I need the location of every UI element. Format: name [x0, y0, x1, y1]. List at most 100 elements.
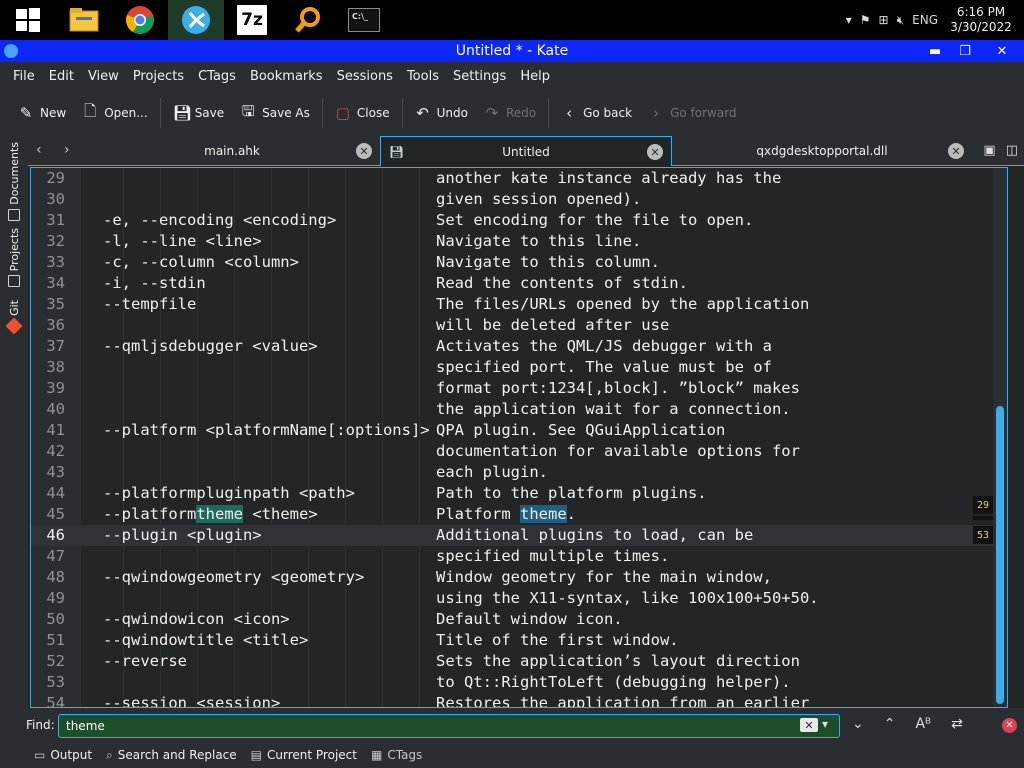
taskbar-clock[interactable]: 6:16 PM 3/30/2022	[946, 5, 1016, 35]
sidebar-projects[interactable]: Projects	[4, 228, 24, 288]
code-line[interactable]: 38 specified port. The value must be of	[31, 357, 1007, 378]
new-tab-icon[interactable]: ▣	[983, 143, 995, 158]
menu-help[interactable]: Help	[513, 69, 557, 84]
code-line[interactable]: 43 each plugin.	[31, 462, 1007, 483]
tab-scroll-right-icon[interactable]: ›	[64, 142, 70, 158]
open-button[interactable]: 🗋︎ Open...	[74, 98, 156, 128]
find-previous-icon[interactable]: ⌃	[884, 716, 896, 732]
toolview-current-project[interactable]: ▤ Current Project	[251, 748, 357, 762]
start-button[interactable]	[0, 0, 56, 40]
go-back-button[interactable]: ‹ Go back	[553, 98, 640, 128]
go-forward-button[interactable]: › Go forward	[640, 98, 744, 128]
description-column: using the X11-syntax, like 100x100+50+50…	[436, 589, 819, 607]
save-button[interactable]: 💾︎ Save	[165, 98, 232, 128]
redo-button[interactable]: ↷ Redo	[476, 98, 544, 128]
code-line[interactable]: 46 --plugin <plugin> Additional plugins to…	[31, 525, 1007, 546]
line-text: format port:1234[,block]. ”block” makes	[103, 378, 800, 399]
flag-icon[interactable]: ⚑	[860, 13, 871, 27]
toolview-output[interactable]: ▭ Output	[34, 748, 92, 762]
code-line[interactable]: 35 --tempfile The files/URLs opened by the…	[31, 294, 1007, 315]
code-line[interactable]: 42 documentation for available options fo…	[31, 441, 1007, 462]
tab-main-ahk[interactable]: main.ahk ✕	[84, 136, 380, 166]
find-input[interactable]: theme	[58, 714, 840, 738]
code-line[interactable]: 51 --qwindowtitle <title> Title of the fir…	[31, 630, 1007, 651]
tab-untitled[interactable]: 💾︎ Untitled ✕	[380, 136, 672, 166]
code-line[interactable]: 39 format port:1234[,block]. ”block” make…	[31, 378, 1007, 399]
taskbar-chrome[interactable]	[112, 0, 168, 40]
code-line[interactable]: 40 the application wait for a connection.	[31, 399, 1007, 420]
save-as-button[interactable]: 🖫︎ Save As	[232, 98, 318, 128]
code-line[interactable]: 45 --platformtheme <theme> Platform theme.	[31, 504, 1007, 525]
menu-ctags[interactable]: CTags	[191, 69, 243, 84]
menu-projects[interactable]: Projects	[126, 69, 191, 84]
close-document-button[interactable]: ▢ Close	[327, 98, 398, 128]
code-line[interactable]: 29 another kate instance already has the	[31, 168, 1007, 189]
toolview-search-replace[interactable]: ⌕ Search and Replace	[106, 748, 237, 763]
window-titlebar[interactable]: Untitled * - Kate ▬ ❐ ✕	[0, 40, 1024, 62]
new-label: New	[40, 106, 67, 120]
close-tab-icon[interactable]: ✕	[948, 143, 964, 159]
close-tab-icon[interactable]: ✕	[647, 144, 663, 160]
taskbar-kate[interactable]	[168, 0, 224, 40]
sidebar-documents[interactable]: Documents	[4, 142, 24, 221]
taskbar-terminal[interactable]: C:\_	[336, 0, 392, 40]
code-line[interactable]: 48 --qwindowgeometry <geometry> Window geo…	[31, 567, 1007, 588]
code-line[interactable]: 30 given session opened).	[31, 189, 1007, 210]
code-line[interactable]: 33 -c, --column <column> Navigate to this …	[31, 252, 1007, 273]
option-column: --qwindowicon <icon>	[103, 610, 290, 628]
menu-file[interactable]: File	[6, 69, 42, 84]
code-line[interactable]: 52 --reverse Sets the application’s layout…	[31, 651, 1007, 672]
code-line[interactable]: 49 using the X11-syntax, like 100x100+50+…	[31, 588, 1007, 609]
close-window-button[interactable]: ✕	[980, 40, 1024, 62]
description-column: specified multiple times.	[436, 547, 670, 565]
code-line[interactable]: 37 --qmljsdebugger <value> Activates the Q…	[31, 336, 1007, 357]
maximize-button[interactable]: ❐	[950, 40, 980, 62]
replace-options-icon[interactable]: ⇄	[951, 716, 963, 732]
code-line[interactable]: 32 -l, --line <line> Navigate to this line…	[31, 231, 1007, 252]
vertical-scrollbar[interactable]	[993, 168, 1007, 707]
code-line[interactable]: 47 specified multiple times.	[31, 546, 1007, 567]
menu-sessions[interactable]: Sessions	[330, 69, 400, 84]
code-line[interactable]: 41 --platform <platformName[:options]> QPA…	[31, 420, 1007, 441]
close-find-bar-icon[interactable]: ✕	[1002, 718, 1017, 733]
code-line[interactable]: 36 will be deleted after use	[31, 315, 1007, 336]
tab-label: qxdgdesktopportal.dll	[756, 144, 888, 158]
menu-view[interactable]: View	[81, 69, 126, 84]
undo-button[interactable]: ↶ Undo	[407, 98, 476, 128]
new-button[interactable]: ✎ New	[10, 98, 74, 128]
text-editor[interactable]: 29 another kate instance already has the 3…	[30, 167, 1008, 708]
menu-tools[interactable]: Tools	[400, 69, 446, 84]
taskbar-file-explorer[interactable]	[56, 0, 112, 40]
code-line[interactable]: 53 to Qt::RightToLeft (debugging helper).	[31, 672, 1007, 693]
find-next-icon[interactable]: ⌄	[852, 716, 864, 732]
language-indicator[interactable]: ENG	[912, 13, 938, 27]
search-history-dropdown-icon[interactable]: ▾	[822, 717, 828, 731]
line-number: 37	[46, 337, 65, 355]
sidebar-git[interactable]: Git	[4, 300, 24, 335]
description-column: documentation for available options for	[436, 442, 800, 460]
network-icon[interactable]: ⊞	[879, 13, 889, 27]
menu-bookmarks[interactable]: Bookmarks	[243, 69, 330, 84]
close-tab-icon[interactable]: ✕	[356, 143, 372, 159]
code-line[interactable]: 44 --platformpluginpath <path> Path to the…	[31, 483, 1007, 504]
scrollbar-thumb[interactable]	[996, 406, 1004, 704]
tab-qxdgdesktopportal[interactable]: qxdgdesktopportal.dll ✕	[672, 136, 972, 166]
taskbar-7zip[interactable]: 7z	[224, 0, 280, 40]
minimize-button[interactable]: ▬	[920, 40, 950, 62]
tray-overflow-icon[interactable]: ▾	[846, 13, 852, 27]
menu-edit[interactable]: Edit	[42, 69, 81, 84]
match-case-icon[interactable]: Aᴮ	[915, 716, 931, 732]
close-document-icon: ▢	[335, 104, 350, 122]
code-line[interactable]: 50 --qwindowicon <icon> Default window ico…	[31, 609, 1007, 630]
volume-muted-icon[interactable]: 🔇︎	[897, 13, 905, 28]
tab-scroll-left-icon[interactable]: ‹	[36, 142, 42, 158]
code-line[interactable]: 54 --session <session> Restores the applic…	[31, 693, 1007, 707]
taskbar-search[interactable]	[280, 0, 336, 40]
split-view-icon[interactable]: ◫	[1006, 143, 1018, 158]
clear-search-icon[interactable]: ✕	[800, 718, 818, 732]
code-line[interactable]: 31 -e, --encoding <encoding> Set encoding …	[31, 210, 1007, 231]
code-line[interactable]: 34 -i, --stdin Read the contents of stdin.	[31, 273, 1007, 294]
option-column: --platform <platformName[:options]>	[103, 421, 430, 439]
toolview-ctags[interactable]: ▦ CTags	[371, 748, 422, 762]
menu-settings[interactable]: Settings	[446, 69, 513, 84]
